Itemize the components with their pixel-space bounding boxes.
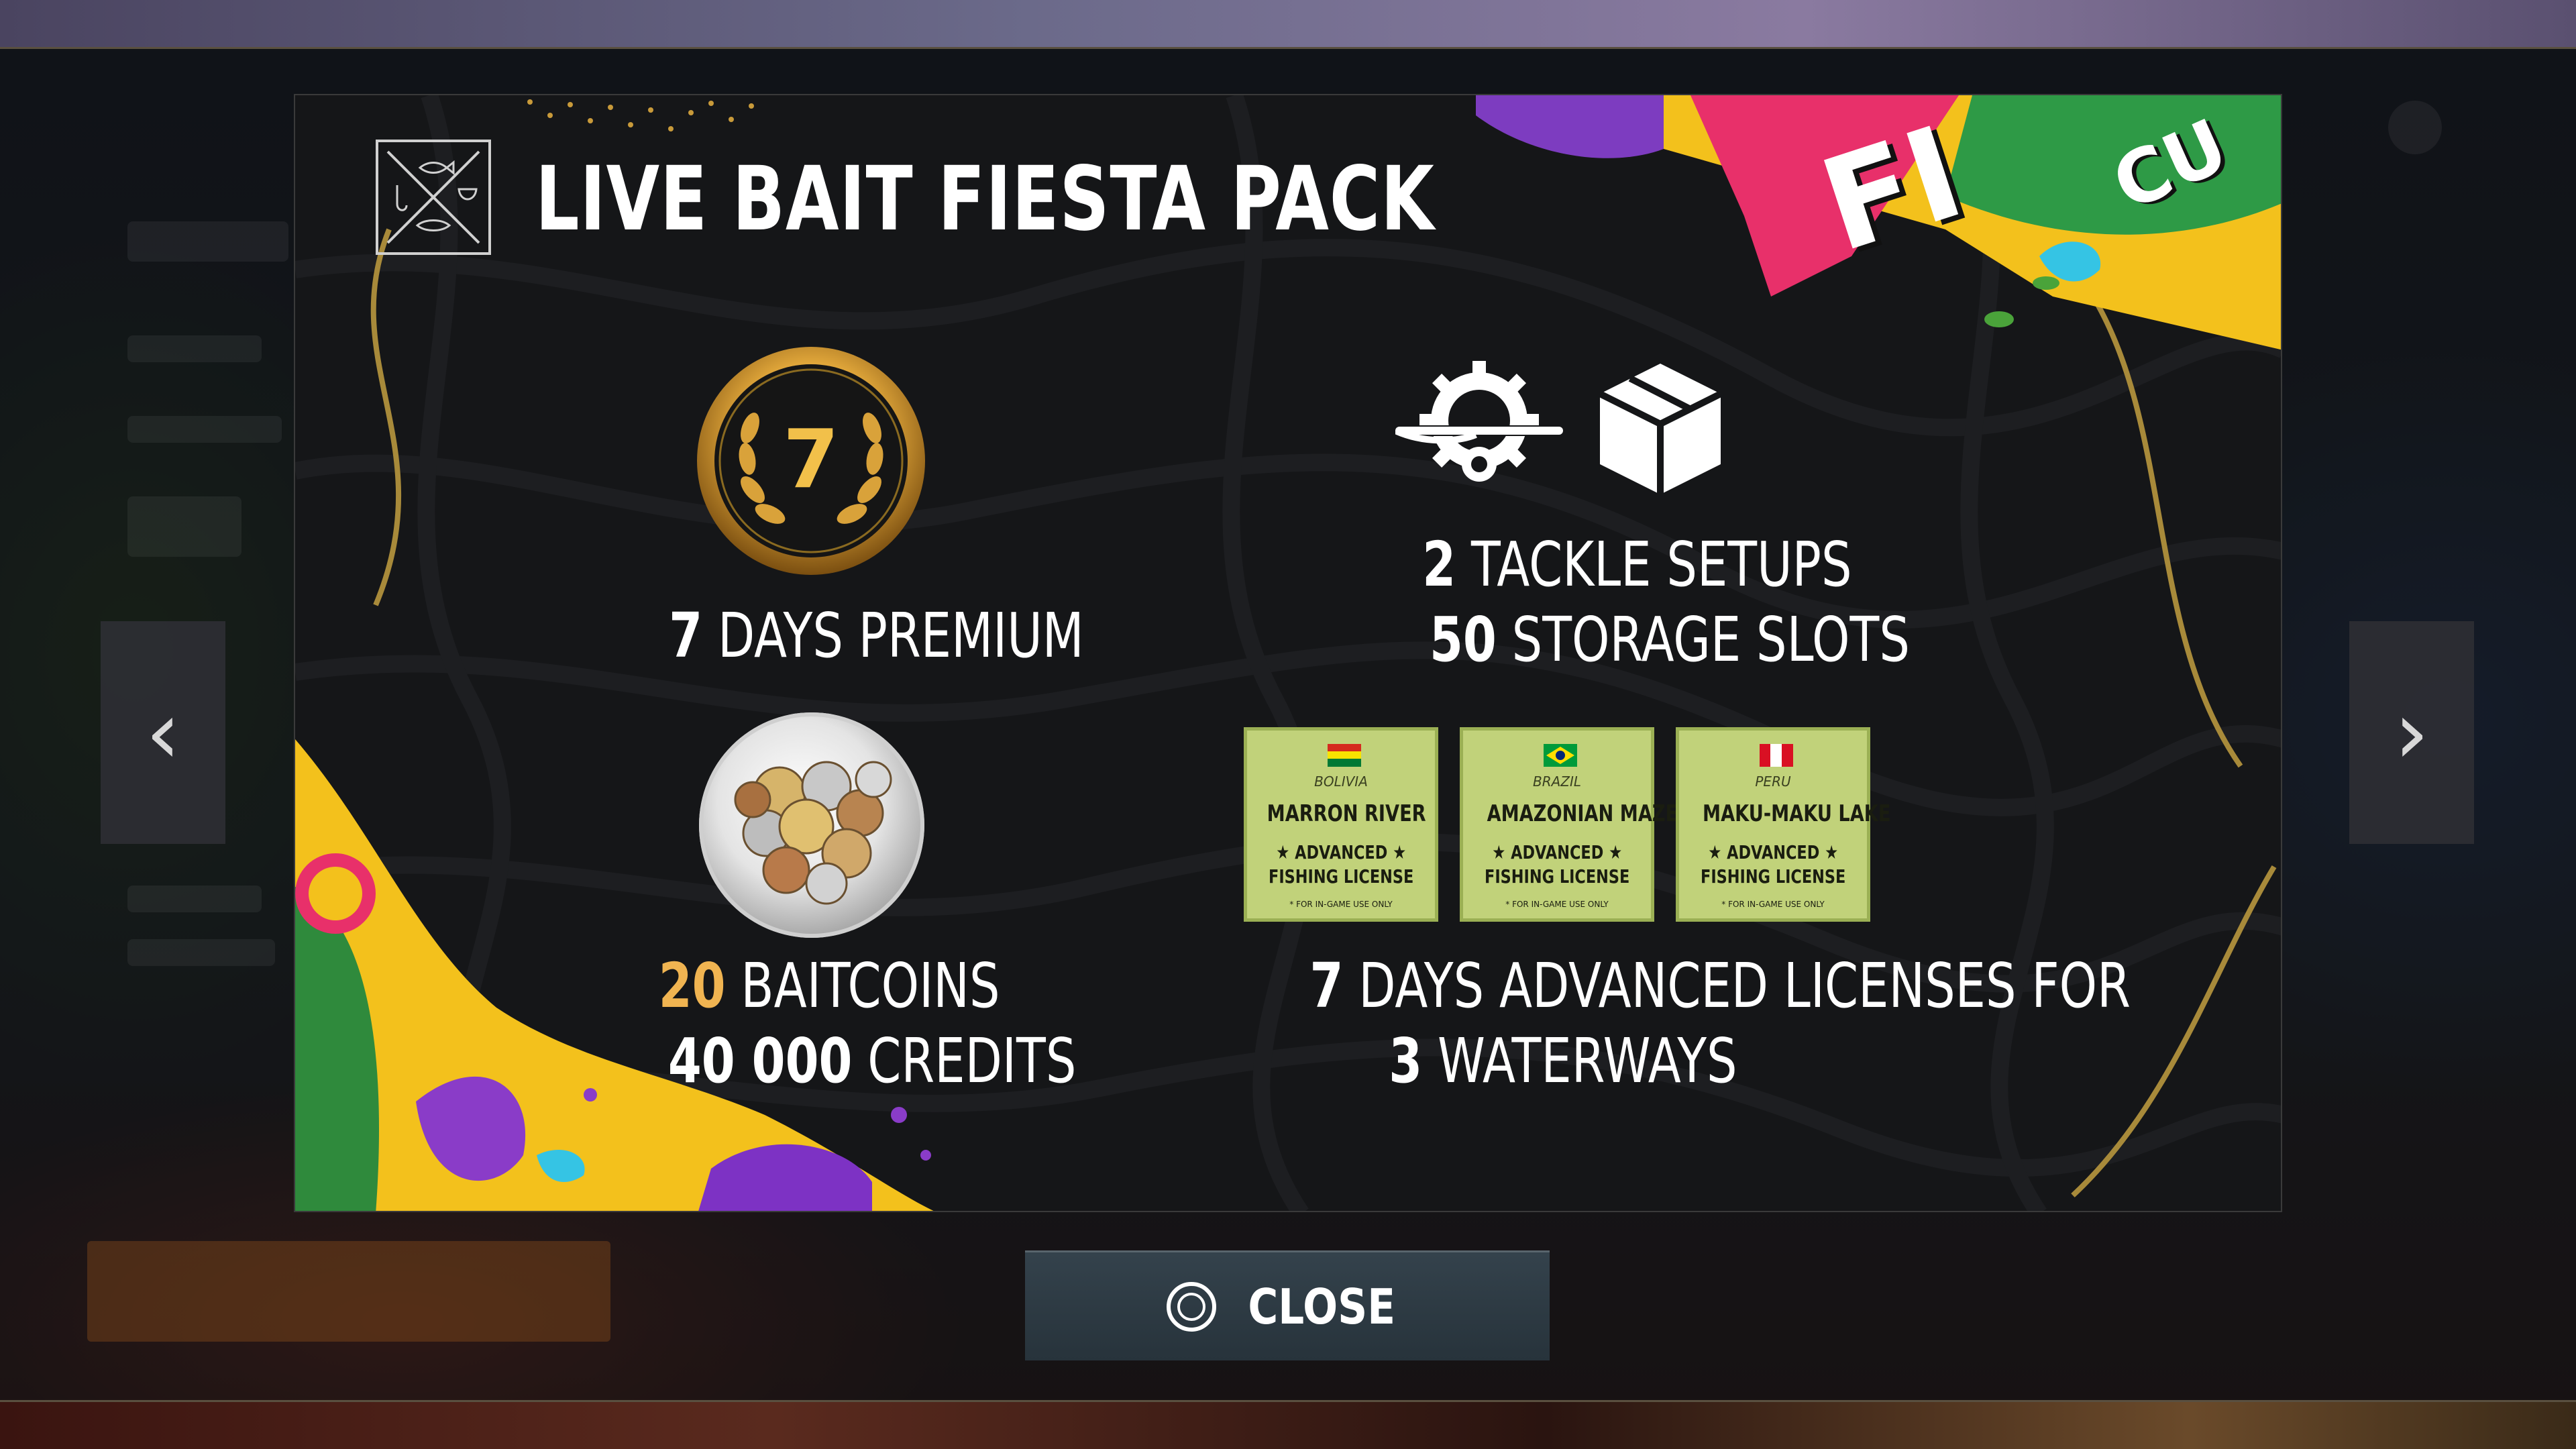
background-blurred-text — [127, 221, 288, 262]
premium-days-label: DAYS PREMIUM — [717, 600, 1084, 672]
license-card-brazil: BRAZIL AMAZONIAN MAZE ★ ADVANCED ★ FISHIN… — [1460, 727, 1678, 922]
background-bottom-strip — [0, 1402, 2576, 1449]
license-type-line1: ★ ADVANCED ★ — [1276, 841, 1406, 863]
license-type-line2: FISHING LICENSE — [1484, 865, 1630, 888]
next-pack-button[interactable]: › — [2349, 621, 2474, 844]
licenses-label: DAYS ADVANCED LICENSES FOR — [1358, 950, 2131, 1022]
license-card-bolivia: BOLIVIA MARRON RIVER ★ ADVANCED ★ FISHING… — [1244, 727, 1438, 922]
premium-medal-icon: 7 — [697, 347, 925, 575]
background-blurred-text — [127, 335, 262, 362]
baitcoins-label: BAITCOINS — [741, 950, 1000, 1022]
brazil-flag-icon — [1544, 744, 1577, 767]
storage-box-icon — [1598, 364, 1723, 494]
currency-reward-text: 20 BAITCOINS 40 000 CREDITS — [610, 949, 1077, 1099]
premium-reward-text: 7 DAYS PREMIUM — [610, 598, 1083, 674]
license-waterway-name: MAKU-MAKU LAKE — [1703, 800, 1891, 827]
credits-label: CREDITS — [867, 1025, 1077, 1097]
pack-details-modal: FI CU LIVE BAIT FIESTA PACK 7 7 DAYS PRE… — [294, 94, 2282, 1212]
license-type-line1: ★ ADVANCED ★ — [1492, 841, 1622, 863]
storage-reward-text: 2 TACKLE SETUPS 50 STORAGE SLOTS — [1362, 527, 1910, 678]
fishing-emblem-icon — [376, 140, 491, 255]
license-fine-print: * FOR IN-GAME USE ONLY — [1289, 900, 1393, 909]
background-sky — [0, 0, 2576, 54]
peru-flag-icon — [1760, 744, 1793, 767]
circle-button-icon — [1166, 1281, 1216, 1332]
license-waterway-name: AMAZONIAN MAZE — [1487, 800, 1678, 827]
license-type-line1: ★ ADVANCED ★ — [1708, 841, 1838, 863]
premium-days-value: 7 — [669, 600, 703, 672]
license-type-line2: FISHING LICENSE — [1700, 865, 1846, 888]
slot-label: STORAGE SLOTS — [1511, 604, 1910, 676]
medal-number: 7 — [783, 413, 839, 506]
pack-title: LIVE BAIT FIESTA PACK — [535, 148, 1435, 251]
close-button[interactable]: CLOSE — [1025, 1250, 1550, 1360]
license-card-peru: PERU MAKU-MAKU LAKE ★ ADVANCED ★ FISHING … — [1676, 727, 1890, 922]
license-waterway-name: MARRON RIVER — [1267, 800, 1426, 827]
license-fine-print: * FOR IN-GAME USE ONLY — [1721, 900, 1825, 909]
licenses-reward-text: 7 DAYS ADVANCED LICENSES FOR 3 WATERWAYS — [1194, 949, 2131, 1099]
waterways-label: WATERWAYS — [1438, 1025, 1737, 1097]
chevron-left-icon: ‹ — [146, 682, 180, 784]
background-blurred-text — [127, 939, 275, 966]
license-fine-print: * FOR IN-GAME USE ONLY — [1505, 900, 1609, 909]
tackle-label: TACKLE SETUPS — [1471, 529, 1852, 600]
bolivia-flag-icon — [1328, 744, 1361, 767]
background-blurred-text — [127, 885, 262, 912]
chevron-right-icon: › — [2394, 682, 2429, 784]
baitcoins-amount: 20 — [658, 950, 726, 1022]
license-country: PERU — [1755, 773, 1791, 790]
license-type-line2: FISHING LICENSE — [1268, 865, 1414, 888]
background-travel-button — [87, 1241, 610, 1342]
close-button-label: CLOSE — [1248, 1278, 1395, 1335]
previous-pack-button[interactable]: ‹ — [101, 621, 225, 844]
licenses-days: 7 — [1309, 950, 1344, 1022]
tackle-count: 2 — [1422, 529, 1456, 600]
coins-icon — [699, 712, 924, 938]
license-country: BOLIVIA — [1314, 773, 1368, 790]
tackle-setup-icon — [1395, 361, 1563, 482]
background-blurred-text — [127, 496, 241, 557]
slot-count: 50 — [1429, 604, 1497, 676]
waterways-count: 3 — [1389, 1025, 1423, 1097]
credits-amount: 40 000 — [667, 1025, 853, 1097]
license-country: BRAZIL — [1532, 773, 1582, 790]
background-blurred-icon — [2388, 101, 2442, 154]
background-blurred-text — [127, 416, 282, 443]
